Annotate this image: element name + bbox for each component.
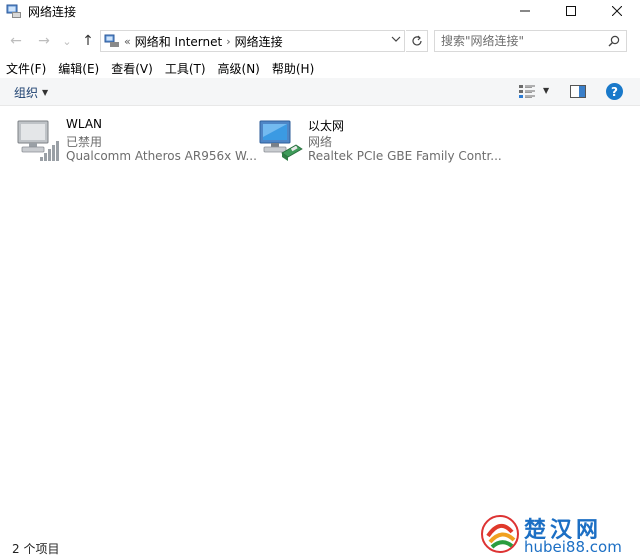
caret-down-icon: ▼: [42, 88, 49, 97]
connection-device: Qualcomm Atheros AR956x W...: [66, 149, 257, 163]
back-button[interactable]: ←: [6, 29, 26, 53]
search-icon[interactable]: [608, 35, 620, 47]
organize-label: 组织: [14, 86, 39, 100]
forward-button[interactable]: →: [34, 29, 54, 53]
connection-status: 网络: [308, 135, 333, 149]
watermark-url: hubei88.com: [524, 538, 622, 556]
minimize-icon: [520, 10, 530, 12]
forward-arrow-icon: →: [38, 33, 50, 49]
close-icon: [612, 6, 622, 16]
maximize-icon: [566, 6, 576, 16]
refresh-button[interactable]: [406, 30, 428, 52]
network-folder-icon: [104, 34, 119, 47]
network-connections-icon: [6, 4, 21, 18]
wifi-adapter-icon: [17, 120, 59, 161]
address-dropdown-icon[interactable]: [391, 34, 401, 47]
search-box[interactable]: [434, 30, 627, 52]
menu-bar: 文件(F) 编辑(E) 查看(V) 工具(T) 高级(N) 帮助(H): [0, 58, 640, 78]
menu-file[interactable]: 文件(F): [0, 60, 52, 77]
connection-status: 已禁用: [66, 135, 103, 149]
help-icon: ?: [611, 84, 618, 99]
ethernet-adapter-icon: [259, 120, 303, 161]
up-arrow-icon: ↑: [82, 33, 94, 49]
breadcrumb-network-connections[interactable]: 网络连接: [235, 33, 283, 50]
connections-list: WLAN 已禁用 Qualcomm Atheros AR956x W... 以太…: [0, 107, 640, 537]
address-row: ← → ⌄ ↑ « 网络和 Internet › 网络连接: [0, 29, 640, 53]
menu-edit[interactable]: 编辑(E): [52, 60, 105, 77]
maximize-button[interactable]: [548, 0, 594, 22]
breadcrumb-overflow[interactable]: «: [124, 35, 131, 48]
up-button[interactable]: ↑: [78, 29, 98, 53]
connection-device: Realtek PCIe GBE Family Contr...: [308, 149, 502, 163]
command-bar: 组织 ▼ ▼ ?: [0, 78, 640, 106]
menu-view[interactable]: 查看(V): [105, 60, 159, 77]
view-options-caret-icon[interactable]: ▼: [543, 86, 549, 95]
close-button[interactable]: [594, 0, 640, 22]
chevron-down-icon: ⌄: [62, 34, 72, 48]
organize-button[interactable]: 组织 ▼: [14, 84, 48, 101]
menu-tools[interactable]: 工具(T): [159, 60, 212, 77]
title-bar: 网络连接: [0, 0, 640, 22]
window-title: 网络连接: [28, 4, 77, 19]
menu-advanced[interactable]: 高级(N): [212, 60, 266, 77]
window-controls: [502, 0, 640, 22]
item-count: 2 个项目: [12, 541, 60, 556]
watermark: 楚汉网 hubei88.com: [480, 510, 640, 558]
change-view-icon[interactable]: [518, 84, 536, 100]
watermark-logo-icon: [481, 515, 519, 553]
explorer-window: 网络连接 ← → ⌄ ↑ « 网络和 Internet › 网络连接 搜索"网络…: [0, 0, 640, 558]
recent-locations-button[interactable]: ⌄: [60, 29, 74, 53]
address-bar[interactable]: « 网络和 Internet › 网络连接: [100, 30, 405, 52]
breadcrumb-network-internet[interactable]: 网络和 Internet: [135, 33, 222, 50]
preview-pane-icon[interactable]: [570, 85, 586, 98]
connection-name: 以太网: [308, 119, 345, 133]
breadcrumb-separator-icon[interactable]: ›: [226, 35, 230, 48]
help-button[interactable]: ?: [606, 83, 623, 100]
connection-name: WLAN: [66, 117, 103, 131]
refresh-icon: [411, 35, 422, 46]
search-input[interactable]: [441, 34, 606, 48]
list-item[interactable]: 以太网 网络 Realtek PCIe GBE Family Contr...: [258, 115, 502, 163]
minimize-button[interactable]: [502, 0, 548, 22]
menu-help[interactable]: 帮助(H): [266, 60, 320, 77]
list-item[interactable]: WLAN 已禁用 Qualcomm Atheros AR956x W...: [16, 115, 257, 163]
back-arrow-icon: ←: [10, 33, 22, 49]
